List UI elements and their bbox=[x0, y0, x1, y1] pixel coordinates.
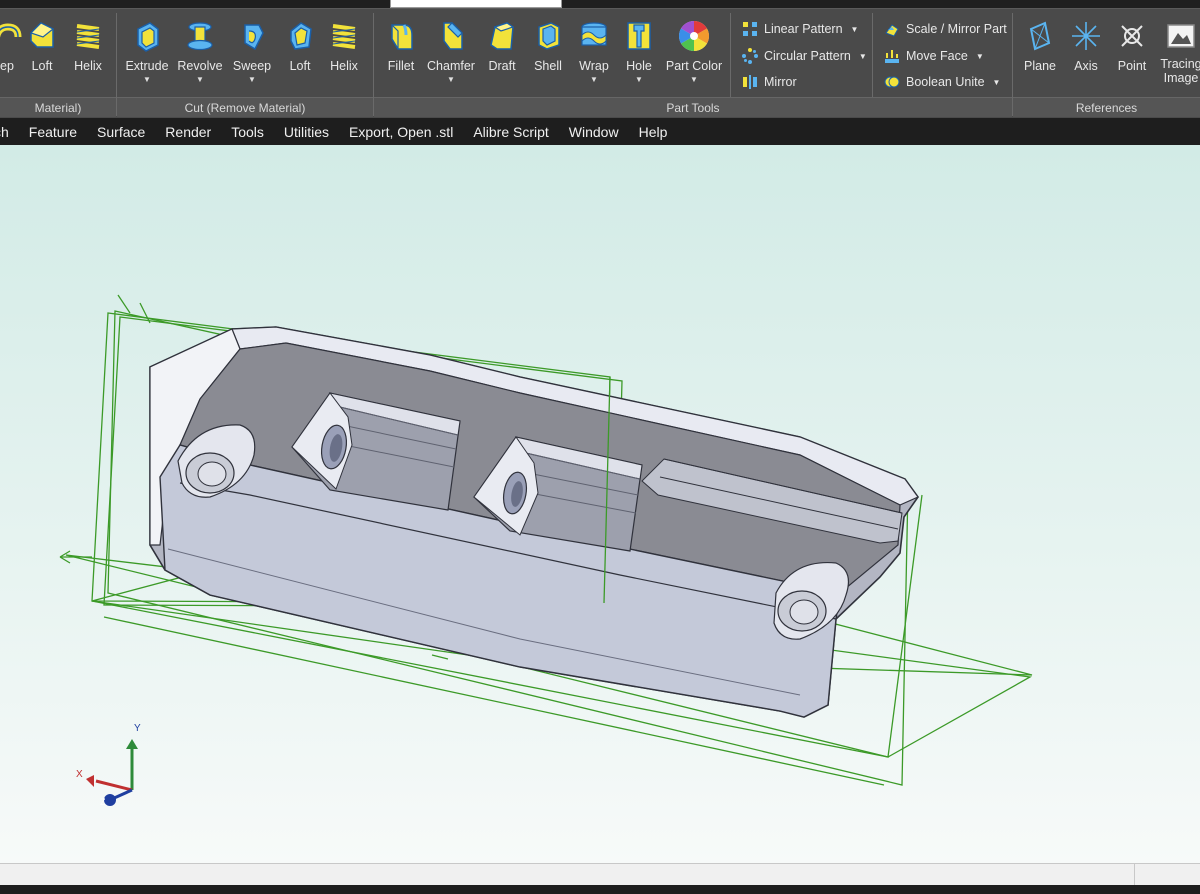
plane-button[interactable]: Plane bbox=[1020, 13, 1060, 93]
revolve-cut-icon bbox=[187, 22, 213, 51]
group-label-part-tools: Part Tools bbox=[374, 97, 1012, 117]
extrude-cut-button[interactable]: Extrude ▼ bbox=[124, 13, 170, 93]
loft-cut-button[interactable]: Loft bbox=[282, 13, 318, 93]
loft-cut-icon bbox=[290, 22, 312, 50]
tracing-image-icon bbox=[1167, 24, 1195, 48]
color-wheel-icon bbox=[678, 20, 710, 52]
triad-y-label: Y bbox=[134, 723, 141, 734]
part-color-button[interactable]: Part Color ▼ bbox=[664, 13, 724, 93]
menu-tools[interactable]: Tools bbox=[231, 124, 264, 140]
helix-icon bbox=[76, 24, 100, 49]
helix-cut-button[interactable]: Helix bbox=[324, 13, 364, 93]
shell-button[interactable]: Shell bbox=[528, 13, 568, 93]
chamfer-icon bbox=[443, 22, 463, 50]
move-face-icon bbox=[885, 50, 899, 63]
group-label-references: References bbox=[1013, 97, 1200, 117]
point-button[interactable]: Point bbox=[1112, 13, 1152, 93]
hole-icon bbox=[627, 22, 651, 50]
menu-help[interactable]: Help bbox=[639, 124, 668, 140]
status-cell bbox=[1134, 864, 1200, 886]
revolve-cut-button[interactable]: Revolve ▼ bbox=[176, 13, 224, 93]
mirror-button[interactable]: Mirror bbox=[742, 72, 797, 92]
loft-add-button[interactable]: Loft bbox=[24, 13, 60, 93]
tracing-image-button[interactable]: Tracing Image bbox=[1158, 13, 1200, 93]
dropdown-arrow-icon[interactable]: ▼ bbox=[859, 52, 867, 61]
circular-pattern-icon bbox=[742, 48, 758, 64]
view-triad[interactable]: Y X Z bbox=[76, 723, 141, 807]
extrude-cut-icon bbox=[137, 22, 159, 52]
dropdown-arrow-icon[interactable]: ▼ bbox=[143, 75, 151, 84]
move-face-button[interactable]: Move Face ▼ bbox=[884, 46, 984, 66]
menu-export-open-stl[interactable]: Export, Open .stl bbox=[349, 124, 453, 140]
menu-render[interactable]: Render bbox=[165, 124, 211, 140]
group-separator bbox=[730, 13, 731, 97]
model-scene[interactable]: Y X Z bbox=[0, 145, 1200, 863]
dropdown-arrow-icon[interactable]: ▼ bbox=[851, 25, 859, 34]
menu-surface[interactable]: Surface bbox=[97, 124, 145, 140]
linear-pattern-button[interactable]: Linear Pattern ▼ bbox=[742, 19, 858, 39]
boolean-unite-button[interactable]: Boolean Unite ▼ bbox=[884, 72, 1000, 92]
chamfer-button[interactable]: Chamfer ▼ bbox=[426, 13, 476, 93]
sweep-add-button[interactable]: ep bbox=[0, 13, 22, 93]
menu-alibre-script[interactable]: Alibre Script bbox=[473, 124, 548, 140]
dropdown-arrow-icon[interactable]: ▼ bbox=[690, 75, 698, 84]
plane-icon bbox=[1029, 21, 1051, 51]
status-bar bbox=[0, 863, 1200, 886]
group-label-add-material: Material) bbox=[0, 97, 116, 117]
group-separator bbox=[872, 13, 873, 97]
point-icon bbox=[1121, 25, 1143, 47]
3d-viewport[interactable]: Y X Z bbox=[0, 145, 1200, 863]
shell-icon bbox=[538, 22, 560, 50]
wrap-button[interactable]: Wrap ▼ bbox=[574, 13, 614, 93]
dropdown-arrow-icon[interactable]: ▼ bbox=[248, 75, 256, 84]
dropdown-arrow-icon[interactable]: ▼ bbox=[635, 75, 643, 84]
dropdown-arrow-icon[interactable]: ▼ bbox=[976, 52, 984, 61]
draft-button[interactable]: Draft bbox=[484, 13, 520, 93]
cad-part[interactable] bbox=[149, 326, 919, 718]
axis-icon bbox=[1072, 22, 1100, 50]
sweep-icon bbox=[0, 23, 22, 38]
menu-window[interactable]: Window bbox=[569, 124, 619, 140]
axis-button[interactable]: Axis bbox=[1066, 13, 1106, 93]
linear-pattern-icon bbox=[743, 22, 757, 36]
sweep-cut-icon bbox=[244, 24, 264, 51]
triad-z-label: Z bbox=[100, 797, 106, 807]
circular-pattern-button[interactable]: Circular Pattern ▼ bbox=[742, 46, 867, 66]
triad-x-label: X bbox=[76, 769, 83, 780]
dropdown-arrow-icon[interactable]: ▼ bbox=[590, 75, 598, 84]
ribbon: ep Loft Helix Extrude ▼ Revolve ▼ Sweep … bbox=[0, 8, 1200, 119]
menu-bar: ch Feature Surface Render Tools Utilitie… bbox=[0, 118, 1200, 145]
helix-add-button[interactable]: Helix bbox=[68, 13, 108, 93]
dropdown-arrow-icon[interactable]: ▼ bbox=[196, 75, 204, 84]
bottom-strip bbox=[0, 885, 1200, 894]
scale-mirror-part-button[interactable]: Scale / Mirror Part bbox=[884, 19, 1007, 39]
helix-cut-icon bbox=[332, 24, 356, 49]
draft-icon bbox=[490, 22, 515, 50]
mirror-icon bbox=[743, 75, 757, 89]
boolean-unite-icon bbox=[884, 76, 900, 88]
sweep-cut-button[interactable]: Sweep ▼ bbox=[230, 13, 274, 93]
menu-utilities[interactable]: Utilities bbox=[284, 124, 329, 140]
menu-sketch[interactable]: ch bbox=[0, 124, 9, 140]
hole-button[interactable]: Hole ▼ bbox=[620, 13, 658, 93]
dropdown-arrow-icon[interactable]: ▼ bbox=[447, 75, 455, 84]
group-label-cut: Cut (Remove Material) bbox=[117, 97, 373, 117]
search-box[interactable] bbox=[390, 0, 562, 8]
wrap-icon bbox=[581, 22, 607, 46]
scale-mirror-icon bbox=[885, 24, 899, 37]
loft-icon bbox=[29, 22, 55, 48]
fillet-button[interactable]: Fillet bbox=[382, 13, 420, 93]
fillet-icon bbox=[391, 24, 413, 50]
top-strip bbox=[0, 0, 1200, 8]
dropdown-arrow-icon[interactable]: ▼ bbox=[993, 78, 1001, 87]
menu-feature[interactable]: Feature bbox=[29, 124, 77, 140]
